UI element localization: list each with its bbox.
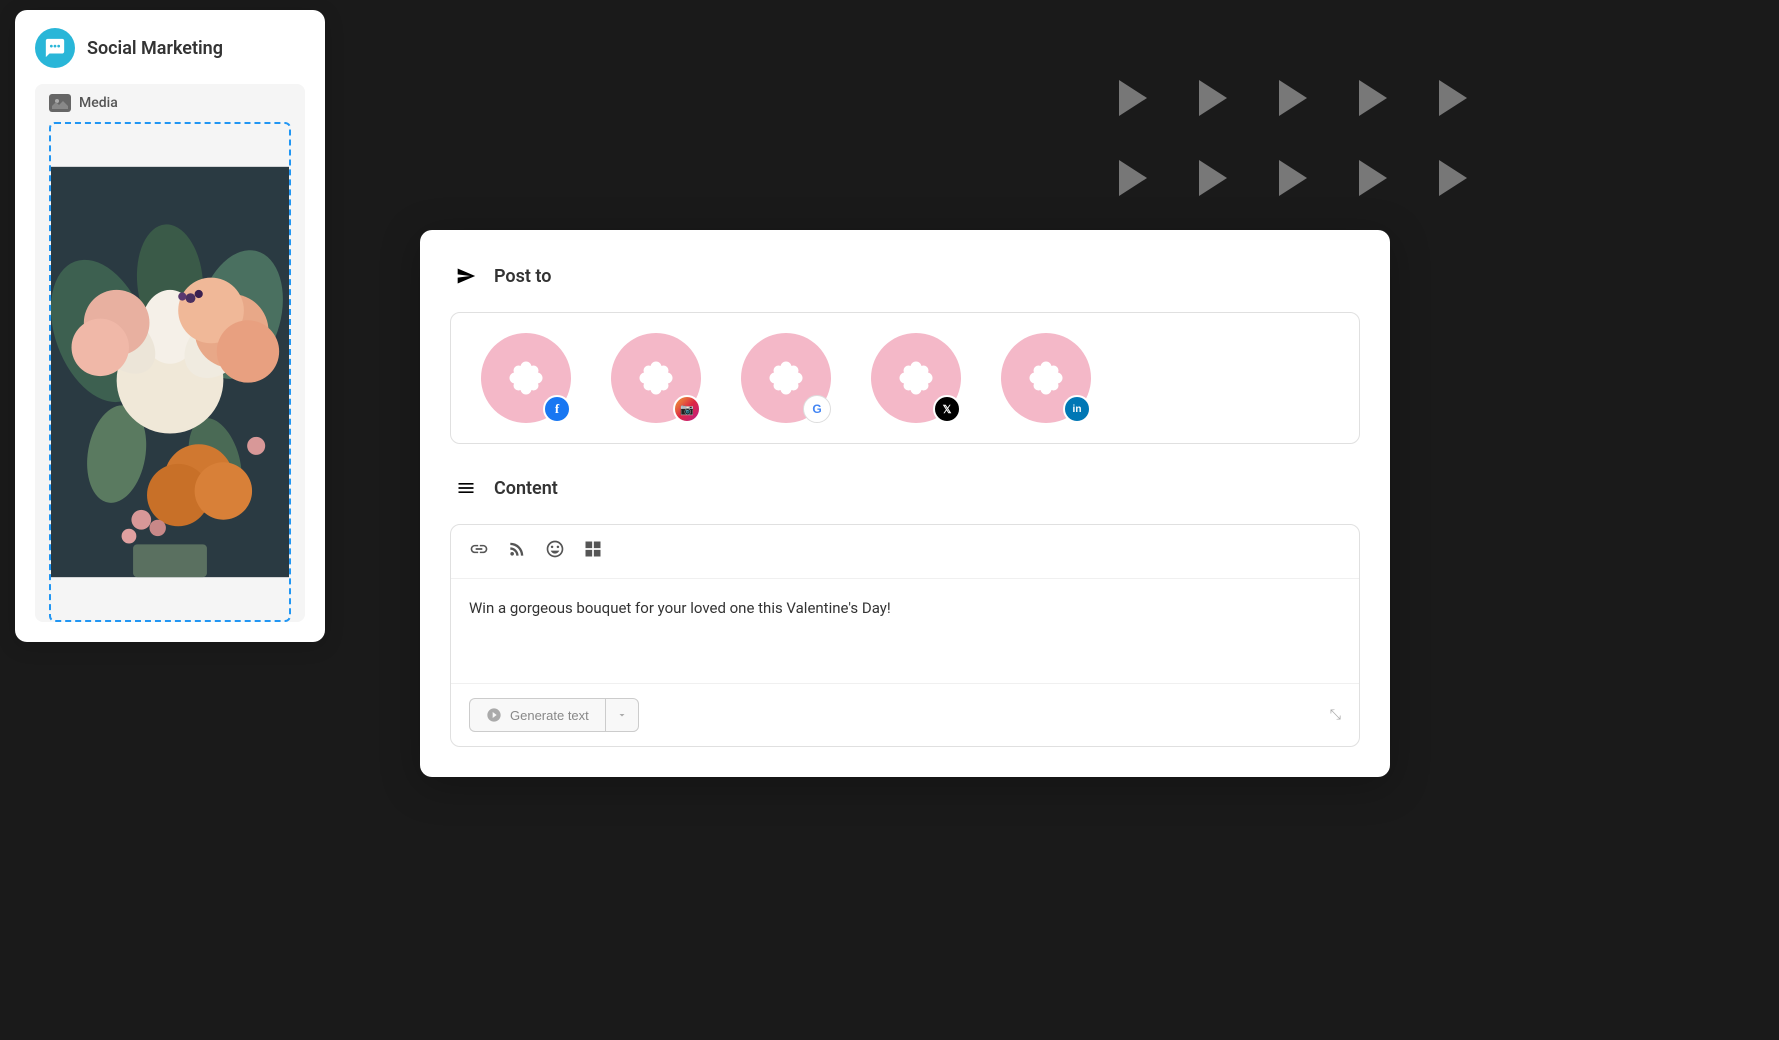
linkedin-badge: in bbox=[1063, 395, 1091, 423]
content-title: Content bbox=[494, 478, 558, 499]
rss-icon[interactable] bbox=[507, 539, 527, 564]
generate-text-label: Generate text bbox=[510, 708, 589, 723]
app-icon bbox=[35, 28, 75, 68]
resize-handle: ⤡ bbox=[1330, 707, 1341, 723]
generate-group: Generate text bbox=[469, 698, 639, 732]
background-arrows bbox=[1119, 80, 1499, 220]
main-panel: Post to f bbox=[420, 230, 1390, 777]
content-toolbar bbox=[451, 525, 1359, 579]
post-to-header: Post to bbox=[450, 260, 1360, 292]
facebook-badge: f bbox=[543, 395, 571, 423]
account-item-linkedin[interactable]: in bbox=[1001, 333, 1091, 423]
generate-dropdown-button[interactable] bbox=[605, 698, 639, 732]
generate-text-button[interactable]: Generate text bbox=[469, 698, 605, 732]
bg-arrow bbox=[1359, 80, 1387, 116]
app-title: Social Marketing bbox=[87, 38, 223, 59]
bg-arrow bbox=[1439, 160, 1467, 196]
post-to-title: Post to bbox=[494, 266, 551, 287]
media-section: Media bbox=[35, 84, 305, 622]
bg-arrow bbox=[1119, 160, 1147, 196]
bg-arrow bbox=[1199, 160, 1227, 196]
bg-arrow bbox=[1199, 80, 1227, 116]
google-badge: G bbox=[803, 395, 831, 423]
account-item-instagram[interactable]: 📷 bbox=[611, 333, 701, 423]
media-text: Media bbox=[79, 95, 118, 111]
content-box: Generate text ⤡ bbox=[450, 524, 1360, 747]
accounts-container: f 📷 bbox=[450, 312, 1360, 444]
bg-arrow bbox=[1279, 160, 1307, 196]
instagram-badge: 📷 bbox=[673, 395, 701, 423]
link-icon[interactable] bbox=[469, 539, 489, 564]
media-label: Media bbox=[49, 94, 291, 112]
content-footer: Generate text ⤡ bbox=[451, 683, 1359, 746]
bg-arrow bbox=[1359, 160, 1387, 196]
account-item-google[interactable]: G bbox=[741, 333, 831, 423]
bg-arrow bbox=[1279, 80, 1307, 116]
social-marketing-card: Social Marketing Media bbox=[15, 10, 325, 642]
bg-arrow bbox=[1119, 80, 1147, 116]
post-to-icon bbox=[450, 260, 482, 292]
grid-icon[interactable] bbox=[583, 539, 603, 564]
twitter-badge: 𝕏 bbox=[933, 395, 961, 423]
content-textarea[interactable] bbox=[451, 579, 1359, 679]
account-item-facebook[interactable]: f bbox=[481, 333, 571, 423]
content-header: Content bbox=[450, 472, 1360, 504]
content-section: Content bbox=[450, 472, 1360, 747]
media-icon bbox=[49, 94, 71, 112]
card-header: Social Marketing bbox=[35, 28, 305, 68]
emoji-icon[interactable] bbox=[545, 539, 565, 564]
content-icon bbox=[450, 472, 482, 504]
bg-arrow bbox=[1439, 80, 1467, 116]
flower-image-container bbox=[49, 122, 291, 622]
account-item-twitter[interactable]: 𝕏 bbox=[871, 333, 961, 423]
